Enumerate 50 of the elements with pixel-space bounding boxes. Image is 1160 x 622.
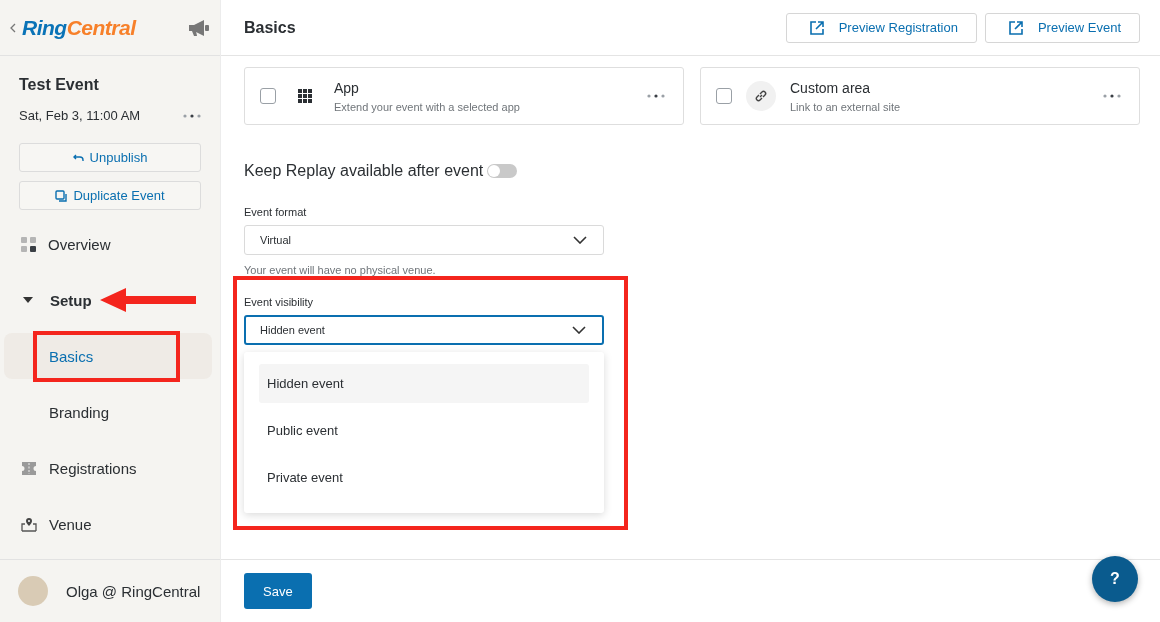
- logo: RingCentral: [22, 15, 138, 40]
- nav-item[interactable]: Registrations: [0, 440, 220, 496]
- dropdown-option[interactable]: Private event: [259, 458, 589, 497]
- chevron-down-icon: [572, 326, 586, 334]
- duplicate-button[interactable]: Duplicate Event: [19, 181, 201, 210]
- replay-label: Keep Replay available after event: [244, 162, 484, 180]
- select-field[interactable]: Virtual: [244, 225, 604, 255]
- unpublish-button[interactable]: Unpublish: [19, 143, 201, 172]
- preview-button[interactable]: Preview Registration: [785, 12, 977, 43]
- helper-text: Your event will have no physical venue.: [244, 264, 437, 276]
- card-title: Custom area: [790, 79, 872, 96]
- undo-icon: [72, 153, 84, 162]
- preview-button[interactable]: Preview Event: [984, 12, 1140, 43]
- user-name: Olga @ RingCentral: [66, 582, 201, 600]
- card-description: Extend your event with a selected app: [334, 100, 521, 113]
- chevron-down-icon: [573, 236, 587, 244]
- copy-icon: [55, 189, 68, 202]
- nav-subitem[interactable]: Basics: [4, 333, 212, 379]
- location-icon: [21, 516, 37, 532]
- more-icon[interactable]: [183, 113, 201, 118]
- ticket-icon: [21, 461, 37, 475]
- nav-item[interactable]: Setup: [0, 272, 220, 328]
- replay-toggle[interactable]: [487, 164, 518, 178]
- card-description: Link to an external site: [790, 100, 902, 113]
- caret-down-icon[interactable]: [23, 297, 33, 303]
- nav-subitem[interactable]: Branding: [4, 389, 212, 435]
- field-label: Event visibility: [244, 296, 315, 308]
- field-label: Event format: [244, 206, 308, 218]
- page-title: Basics: [244, 18, 297, 37]
- external-link-icon: [1007, 19, 1024, 36]
- select-field[interactable]: Hidden event: [244, 315, 604, 345]
- nav-item[interactable]: Venue: [0, 496, 220, 552]
- back-chevron-icon[interactable]: [10, 22, 16, 33]
- grid-icon: [21, 236, 36, 252]
- checkbox[interactable]: [716, 88, 732, 104]
- external-link-icon: [808, 19, 825, 36]
- event-title: Test Event: [19, 76, 100, 94]
- help-button[interactable]: ?: [1092, 556, 1138, 602]
- more-icon[interactable]: [1103, 94, 1121, 98]
- megaphone-icon[interactable]: [188, 18, 210, 37]
- event-date: Sat, Feb 3, 11:00 AM: [19, 108, 141, 123]
- link-icon: [746, 81, 776, 111]
- save-button[interactable]: Save: [244, 573, 312, 609]
- nav-item[interactable]: Overview: [0, 216, 220, 272]
- dropdown-option[interactable]: Public event: [259, 411, 589, 450]
- more-icon[interactable]: [647, 94, 665, 98]
- apps-grid-icon: [298, 89, 312, 103]
- checkbox[interactable]: [260, 88, 276, 104]
- card-title: App: [334, 79, 360, 96]
- dropdown-option[interactable]: Hidden event: [259, 364, 589, 403]
